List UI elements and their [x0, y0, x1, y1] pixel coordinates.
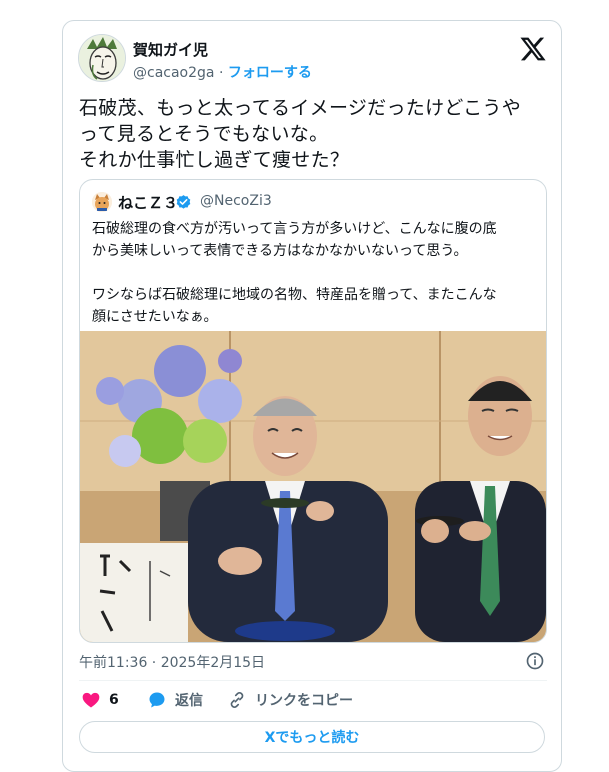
- quoted-author-handle[interactable]: @NecoZi3: [200, 193, 272, 209]
- handle-separator: ·: [218, 65, 224, 81]
- reply-bubble-icon: [149, 692, 165, 708]
- quoted-tweet-photo[interactable]: [80, 331, 546, 642]
- embedded-tweet-card: 賀知ガイ児 @cacao2ga · フォローする 石破茂、もっと太ってるイメージ…: [62, 20, 562, 772]
- quoted-author-avatar[interactable]: [92, 192, 112, 212]
- heart-icon: [82, 692, 100, 708]
- quoted-tweet-text: 石破総理の食べ方が汚いって言う方が多いけど、こんなに腹の底 から美味しいって表情…: [92, 221, 497, 325]
- reply-label: 返信: [175, 693, 203, 709]
- box-with-calligraphy: [80, 543, 188, 642]
- read-more-label: Xでもっと読む: [264, 730, 360, 746]
- divider: [79, 680, 547, 681]
- x-logo-icon[interactable]: [519, 35, 547, 63]
- author-avatar[interactable]: [78, 34, 126, 82]
- copy-link-button[interactable]: リンクをコピー: [227, 690, 353, 710]
- like-count: 6: [109, 692, 119, 708]
- reply-button[interactable]: 返信: [147, 690, 203, 710]
- read-more-on-x-button[interactable]: Xでもっと読む: [79, 721, 545, 753]
- link-icon: [230, 691, 244, 709]
- tweet-timestamp[interactable]: 午前11:36 · 2025年2月15日: [79, 652, 265, 672]
- quoted-tweet[interactable]: ねこＺ３ @NecoZi3 石破総理の食べ方が汚いって言う方が多いけど、こんなに…: [79, 179, 547, 643]
- follow-button[interactable]: フォローする: [228, 65, 312, 81]
- info-icon[interactable]: [525, 651, 545, 671]
- author-handle-line: @cacao2ga · フォローする: [133, 62, 312, 82]
- quoted-author-name[interactable]: ねこＺ３: [118, 192, 178, 213]
- copy-link-label: リンクをコピー: [255, 693, 353, 709]
- author-name[interactable]: 賀知ガイ児: [133, 39, 208, 60]
- like-button[interactable]: 6: [81, 690, 119, 710]
- verified-badge-icon: [176, 195, 191, 209]
- author-handle[interactable]: @cacao2ga: [133, 65, 215, 81]
- tweet-text: 石破茂、もっと太ってるイメージだったけどこうや って見るとそうでもないな。 それ…: [79, 97, 522, 171]
